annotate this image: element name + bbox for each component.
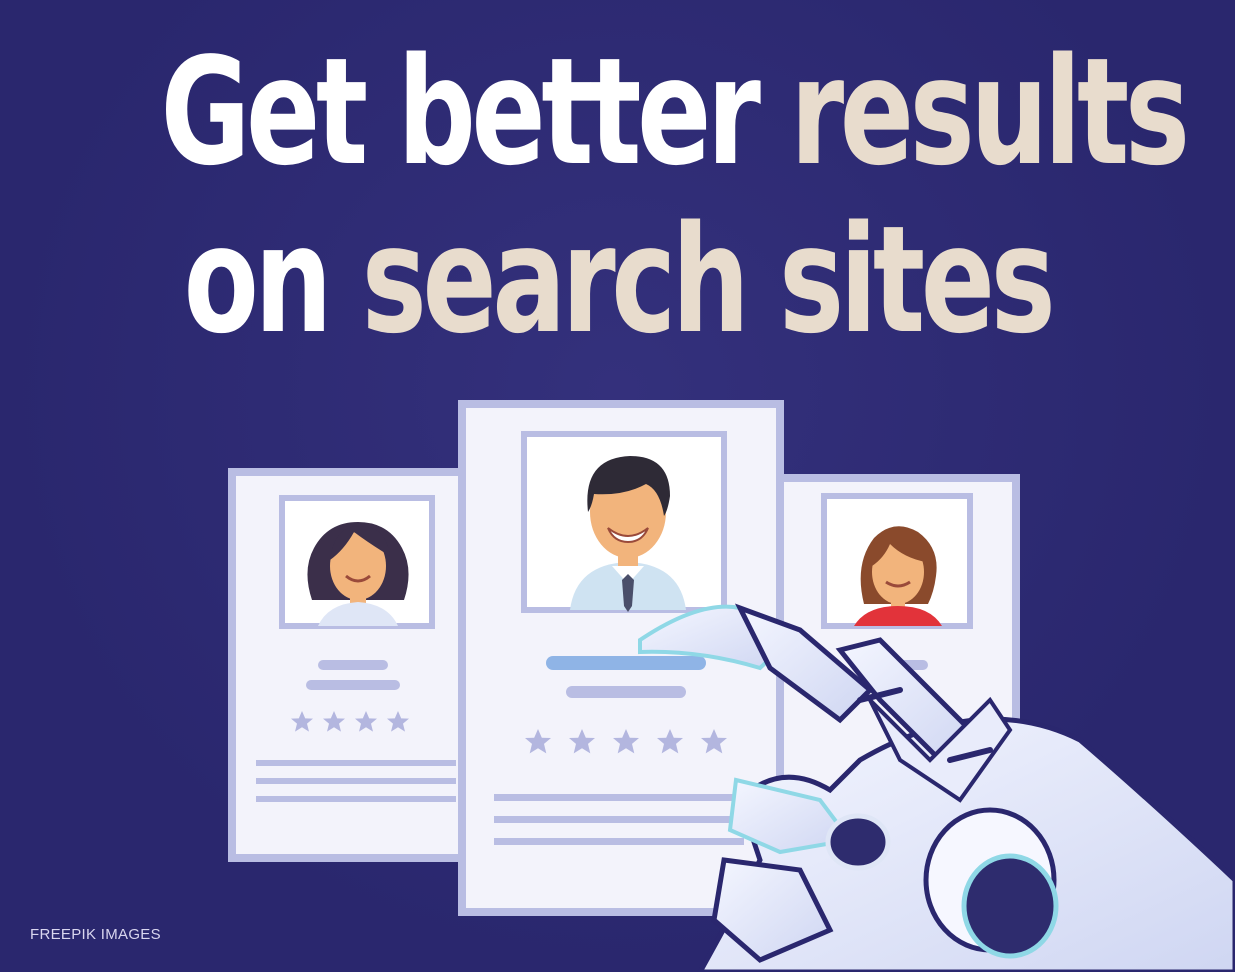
resume-card-left — [228, 468, 486, 862]
headline-line-1: Get better results — [160, 26, 1191, 198]
headline-word: sites — [778, 194, 1056, 366]
illustration-frame: Get better results on search sites FREEP… — [0, 0, 1235, 972]
headline-word: search — [361, 194, 750, 366]
headline-word: on — [183, 194, 333, 366]
headline-line-2: on search sites — [161, 196, 1075, 364]
image-credit: FREEPIK IMAGES — [30, 926, 161, 943]
headline: Get better results on search sites — [160, 26, 1191, 364]
headline-word: Get — [160, 26, 369, 198]
headline-word: results — [790, 26, 1190, 198]
headline-word: better — [397, 26, 760, 198]
